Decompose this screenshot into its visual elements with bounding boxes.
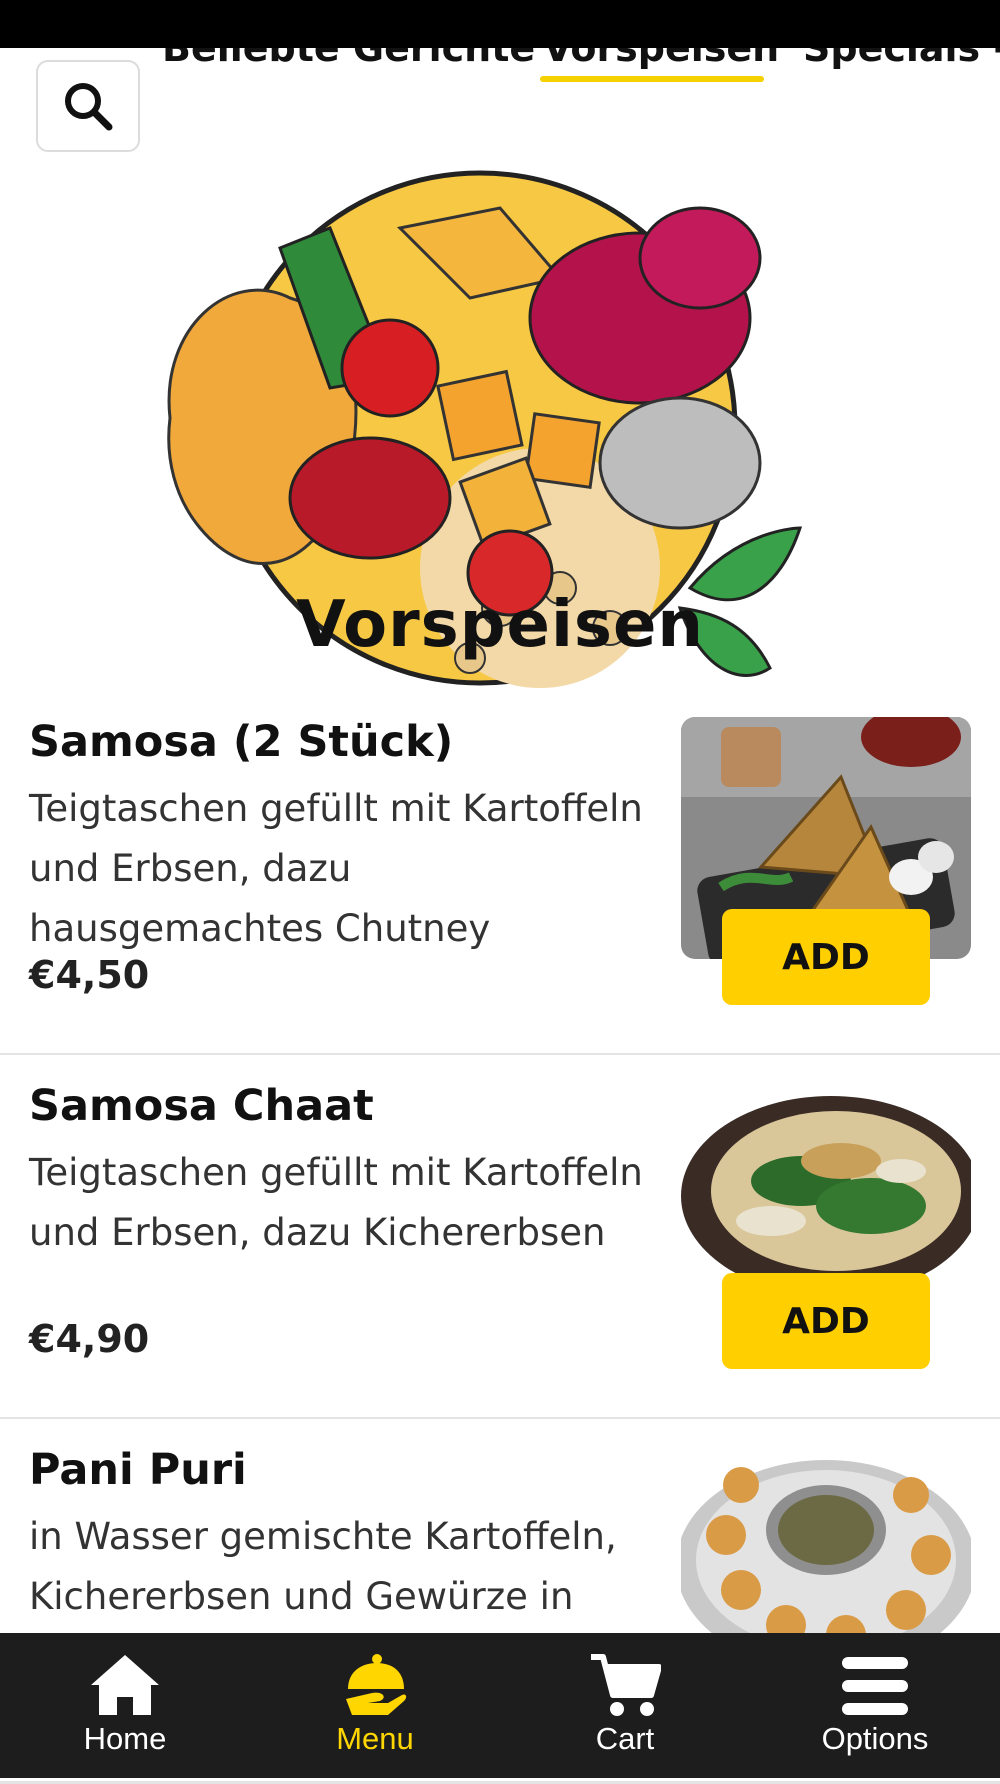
category-tabs: Beliebte Gerichte Vorspeisen Specials - [0, 48, 1000, 168]
item-price: €4,90 [29, 1317, 150, 1361]
item-price: €4,50 [29, 953, 150, 997]
tab-beliebte-gerichte[interactable]: Beliebte Gerichte [162, 48, 535, 70]
add-button[interactable]: ADD [722, 1273, 930, 1369]
nav-home[interactable]: Home [0, 1633, 250, 1778]
item-description: Teigtaschen gefüllt mit Kartoffeln und E… [29, 787, 643, 950]
category-hero: Vorspeisen [0, 168, 1000, 691]
bottom-nav: Home Menu Cart Options [0, 1633, 1000, 1778]
search-button[interactable] [36, 60, 140, 152]
nav-cart[interactable]: Cart [500, 1633, 750, 1778]
hamburger-icon [842, 1657, 908, 1715]
item-name: Samosa (2 Stück) [29, 717, 454, 767]
category-title: Vorspeisen [296, 588, 704, 662]
nav-label: Home [83, 1721, 167, 1756]
nav-label: Menu [336, 1721, 414, 1756]
nav-label: Cart [595, 1721, 655, 1756]
nav-menu[interactable]: Menu [250, 1633, 500, 1778]
tab-vorspeisen[interactable]: Vorspeisen [543, 48, 779, 70]
home-icon [91, 1655, 159, 1715]
item-description: Teigtaschen gefüllt mit Kartoffeln und E… [29, 1151, 643, 1254]
search-icon [65, 83, 113, 131]
nav-label: Options [821, 1721, 929, 1756]
item-name: Pani Puri [29, 1445, 247, 1495]
menu-item[interactable]: Samosa (2 Stück) Teigtaschen gefüllt mit… [0, 691, 1000, 1056]
nav-options[interactable]: Options [750, 1633, 1000, 1778]
cart-icon [591, 1654, 661, 1716]
tab-specials[interactable]: Specials - [803, 48, 1000, 70]
add-button[interactable]: ADD [722, 909, 930, 1005]
menu-item[interactable]: Samosa Chaat Teigtaschen gefüllt mit Kar… [0, 1055, 1000, 1420]
cloche-icon [346, 1654, 407, 1715]
item-name: Samosa Chaat [29, 1081, 374, 1131]
active-tab-indicator [540, 76, 764, 82]
status-bar [0, 0, 1000, 48]
category-nav: Beliebte Gerichte Vorspeisen Specials - [0, 48, 1000, 170]
item-description: in Wasser gemischte Kartoffeln, Kicherer… [29, 1515, 617, 1618]
